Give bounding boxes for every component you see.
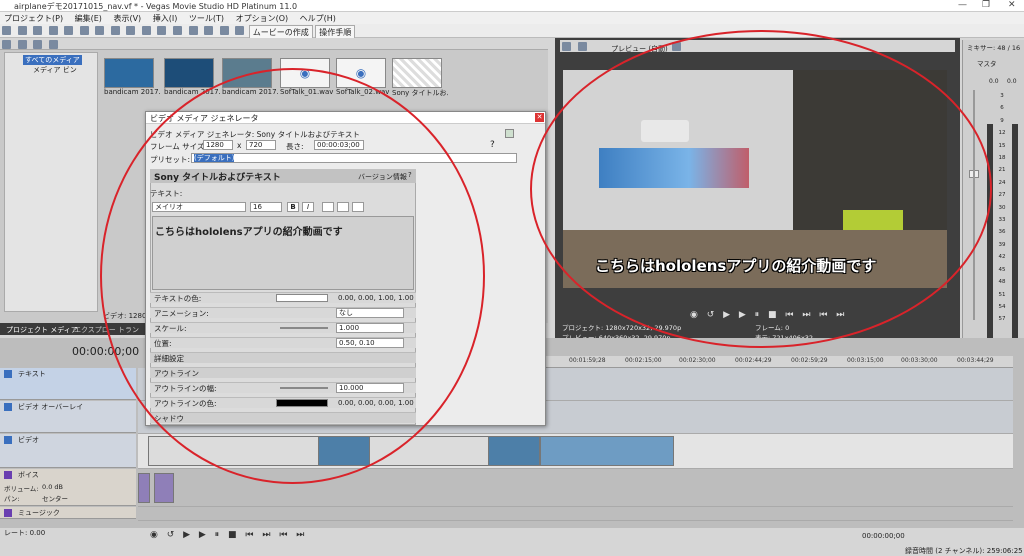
audio-clip[interactable] — [138, 473, 150, 503]
menu-insert[interactable]: 挿入(I) — [153, 13, 178, 24]
tab-project-media[interactable]: プロジェクト メディア — [6, 325, 78, 335]
meter-scale: 3 6 9 12 15 18 21 24 27 30 33 36 39 42 45 48 51 54 57 — [998, 93, 1006, 323]
maximize-icon[interactable]: ❐ — [982, 0, 990, 10]
annotation-ellipse-preview — [530, 30, 992, 348]
media-thumbnail — [164, 58, 214, 88]
volume-label: ボリューム: — [4, 485, 39, 493]
import-icon[interactable] — [2, 40, 11, 49]
mixer-value-left: 0.0 — [989, 78, 999, 85]
track-name[interactable]: ボイス — [18, 470, 39, 480]
track-name[interactable]: ミュージック — [18, 508, 60, 518]
track-header-video[interactable]: ビデオ — [0, 434, 136, 468]
external-monitor-icon[interactable] — [577, 42, 587, 51]
project-label: プロジェクト: — [562, 324, 604, 332]
track-header-music[interactable]: ミュージック — [0, 507, 136, 519]
envelope-icon[interactable] — [204, 26, 214, 35]
media-tree: すべてのメディア メディア ビン — [4, 52, 98, 312]
track-header-overlay[interactable]: ビデオ オーバーレイ — [0, 401, 136, 433]
view-icon[interactable] — [48, 40, 58, 49]
normal-edit-icon[interactable] — [188, 26, 198, 35]
media-item[interactable]: bandicam 2017... — [104, 58, 160, 96]
cut-icon[interactable] — [64, 26, 74, 35]
window-title: airplaneデモ20171015_nav.vf * - Vegas Movi… — [14, 2, 298, 11]
media-toolbar — [0, 38, 548, 50]
menu-edit[interactable]: 編集(E) — [75, 13, 102, 24]
undo-icon[interactable] — [110, 26, 120, 35]
menu-view[interactable]: 表示(V) — [113, 13, 141, 24]
redo-icon[interactable] — [126, 26, 136, 35]
track-number — [4, 436, 12, 444]
main-toolbar: ムービーの作成 操作手順 — [0, 24, 1024, 40]
track-number — [4, 370, 12, 378]
preview-settings-icon[interactable] — [562, 42, 571, 51]
track-number — [4, 403, 12, 411]
media-thumbnail — [104, 58, 154, 88]
tree-all-media[interactable]: すべてのメディア — [23, 55, 82, 65]
dialog-close-icon[interactable]: ✕ — [535, 113, 544, 122]
video-clip[interactable] — [540, 436, 674, 466]
timeline-transport[interactable]: ◉ ↺ ▶ ▶ ⏸ ■ ⏮ ⏭ ⏮ ⏭ — [150, 530, 307, 540]
pan-value: センター — [42, 495, 68, 503]
track-name[interactable]: テキスト — [18, 369, 46, 379]
autoripple-icon[interactable] — [157, 26, 167, 35]
media-item[interactable]: Sony タイトルおよ... — [392, 58, 448, 98]
remove-icon[interactable] — [33, 40, 43, 49]
save-icon[interactable] — [33, 26, 43, 35]
audio-clip[interactable] — [154, 473, 174, 503]
title-bar: airplaneデモ20171015_nav.vf * - Vegas Movi… — [0, 0, 1024, 12]
video-clip[interactable] — [488, 436, 540, 466]
track-name[interactable]: ビデオ オーバーレイ — [18, 402, 83, 412]
track-header-text[interactable]: テキスト — [0, 368, 136, 400]
volume-value: 0.0 dB — [42, 483, 63, 491]
copy-icon[interactable] — [79, 26, 89, 35]
media-caption: bandicam 2017... — [104, 88, 160, 96]
lock-icon[interactable] — [173, 26, 183, 35]
menu-tools[interactable]: ツール(T) — [189, 13, 224, 24]
mixer-title: ミキサー: 48 / 16 — [967, 44, 1021, 52]
open-icon[interactable] — [17, 26, 27, 35]
level-meter-right — [1012, 124, 1018, 364]
fit-icon[interactable] — [505, 129, 514, 138]
media-caption: Sony タイトルおよ... — [392, 89, 448, 97]
menu-help[interactable]: ヘルプ(H) — [300, 13, 336, 24]
mixer-master: マスタ — [977, 60, 997, 68]
rate-label: レート: 0.00 — [4, 529, 46, 537]
new-icon[interactable] — [2, 26, 11, 35]
menu-options[interactable]: オプション(O) — [236, 13, 289, 24]
status-timecode: 00:00:00;00 — [862, 532, 905, 540]
track-name[interactable]: ビデオ — [18, 435, 39, 445]
track-number — [4, 509, 12, 517]
annotation-ellipse-dialog — [100, 68, 485, 484]
timeline-ruler: 00:01:59;28 00:02:15;00 00:02:30;00 00:0… — [545, 356, 1013, 368]
track-number — [4, 471, 12, 479]
capture-icon[interactable] — [17, 40, 27, 49]
media-thumbnail — [392, 58, 442, 88]
minimize-icon[interactable]: — — [958, 0, 967, 10]
snap-icon[interactable] — [141, 26, 151, 35]
properties-icon[interactable] — [48, 26, 58, 35]
pan-label: パン: — [4, 495, 20, 503]
mixer-value-right: 0.0 — [1007, 78, 1017, 85]
tree-media-bin[interactable]: メディア ビン — [33, 65, 77, 75]
selection-icon[interactable] — [219, 26, 229, 35]
zoom-icon[interactable] — [235, 26, 245, 35]
track-header-voice[interactable]: ボイス ボリューム: 0.0 dB パン: センター — [0, 469, 136, 506]
lane-music[interactable] — [138, 507, 1013, 521]
menu-project[interactable]: プロジェクト(P) — [4, 13, 63, 24]
paste-icon[interactable] — [95, 26, 105, 35]
menu-bar: プロジェクト(P) 編集(E) 表示(V) 挿入(I) ツール(T) オプション… — [0, 12, 1024, 24]
close-icon[interactable]: ✕ — [1008, 0, 1016, 10]
help-icon[interactable]: ? — [490, 140, 495, 150]
